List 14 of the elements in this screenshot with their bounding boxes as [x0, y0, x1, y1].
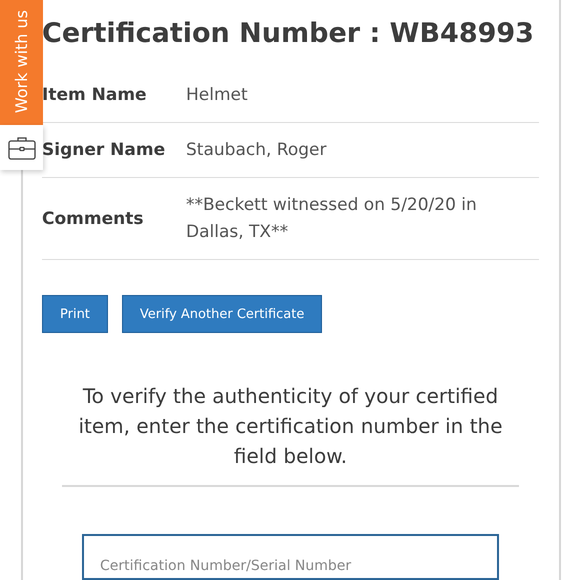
print-button[interactable]: Print — [42, 295, 108, 333]
verify-another-button[interactable]: Verify Another Certificate — [122, 295, 322, 333]
certification-number-field[interactable]: Certification Number/Serial Number — [82, 534, 499, 580]
work-with-us-tab[interactable]: Work with us — [0, 0, 43, 125]
field-label: Item Name — [42, 85, 148, 105]
field-label: Signer Name — [42, 140, 166, 160]
field-value: Helmet — [186, 84, 248, 106]
field-value: **Beckett witnessed on 5/20/20 in Dallas, TX** — [186, 194, 478, 244]
instruction-text: To verify the authenticity of your certified item, enter the certification number in the field below. — [77, 383, 504, 470]
briefcase-button[interactable] — [0, 125, 43, 170]
page-title: Certification Number : WB48993 — [42, 17, 535, 51]
field-label: Comments — [42, 208, 144, 228]
field-value: Staubach, Roger — [186, 138, 326, 162]
briefcase-icon — [8, 134, 36, 160]
